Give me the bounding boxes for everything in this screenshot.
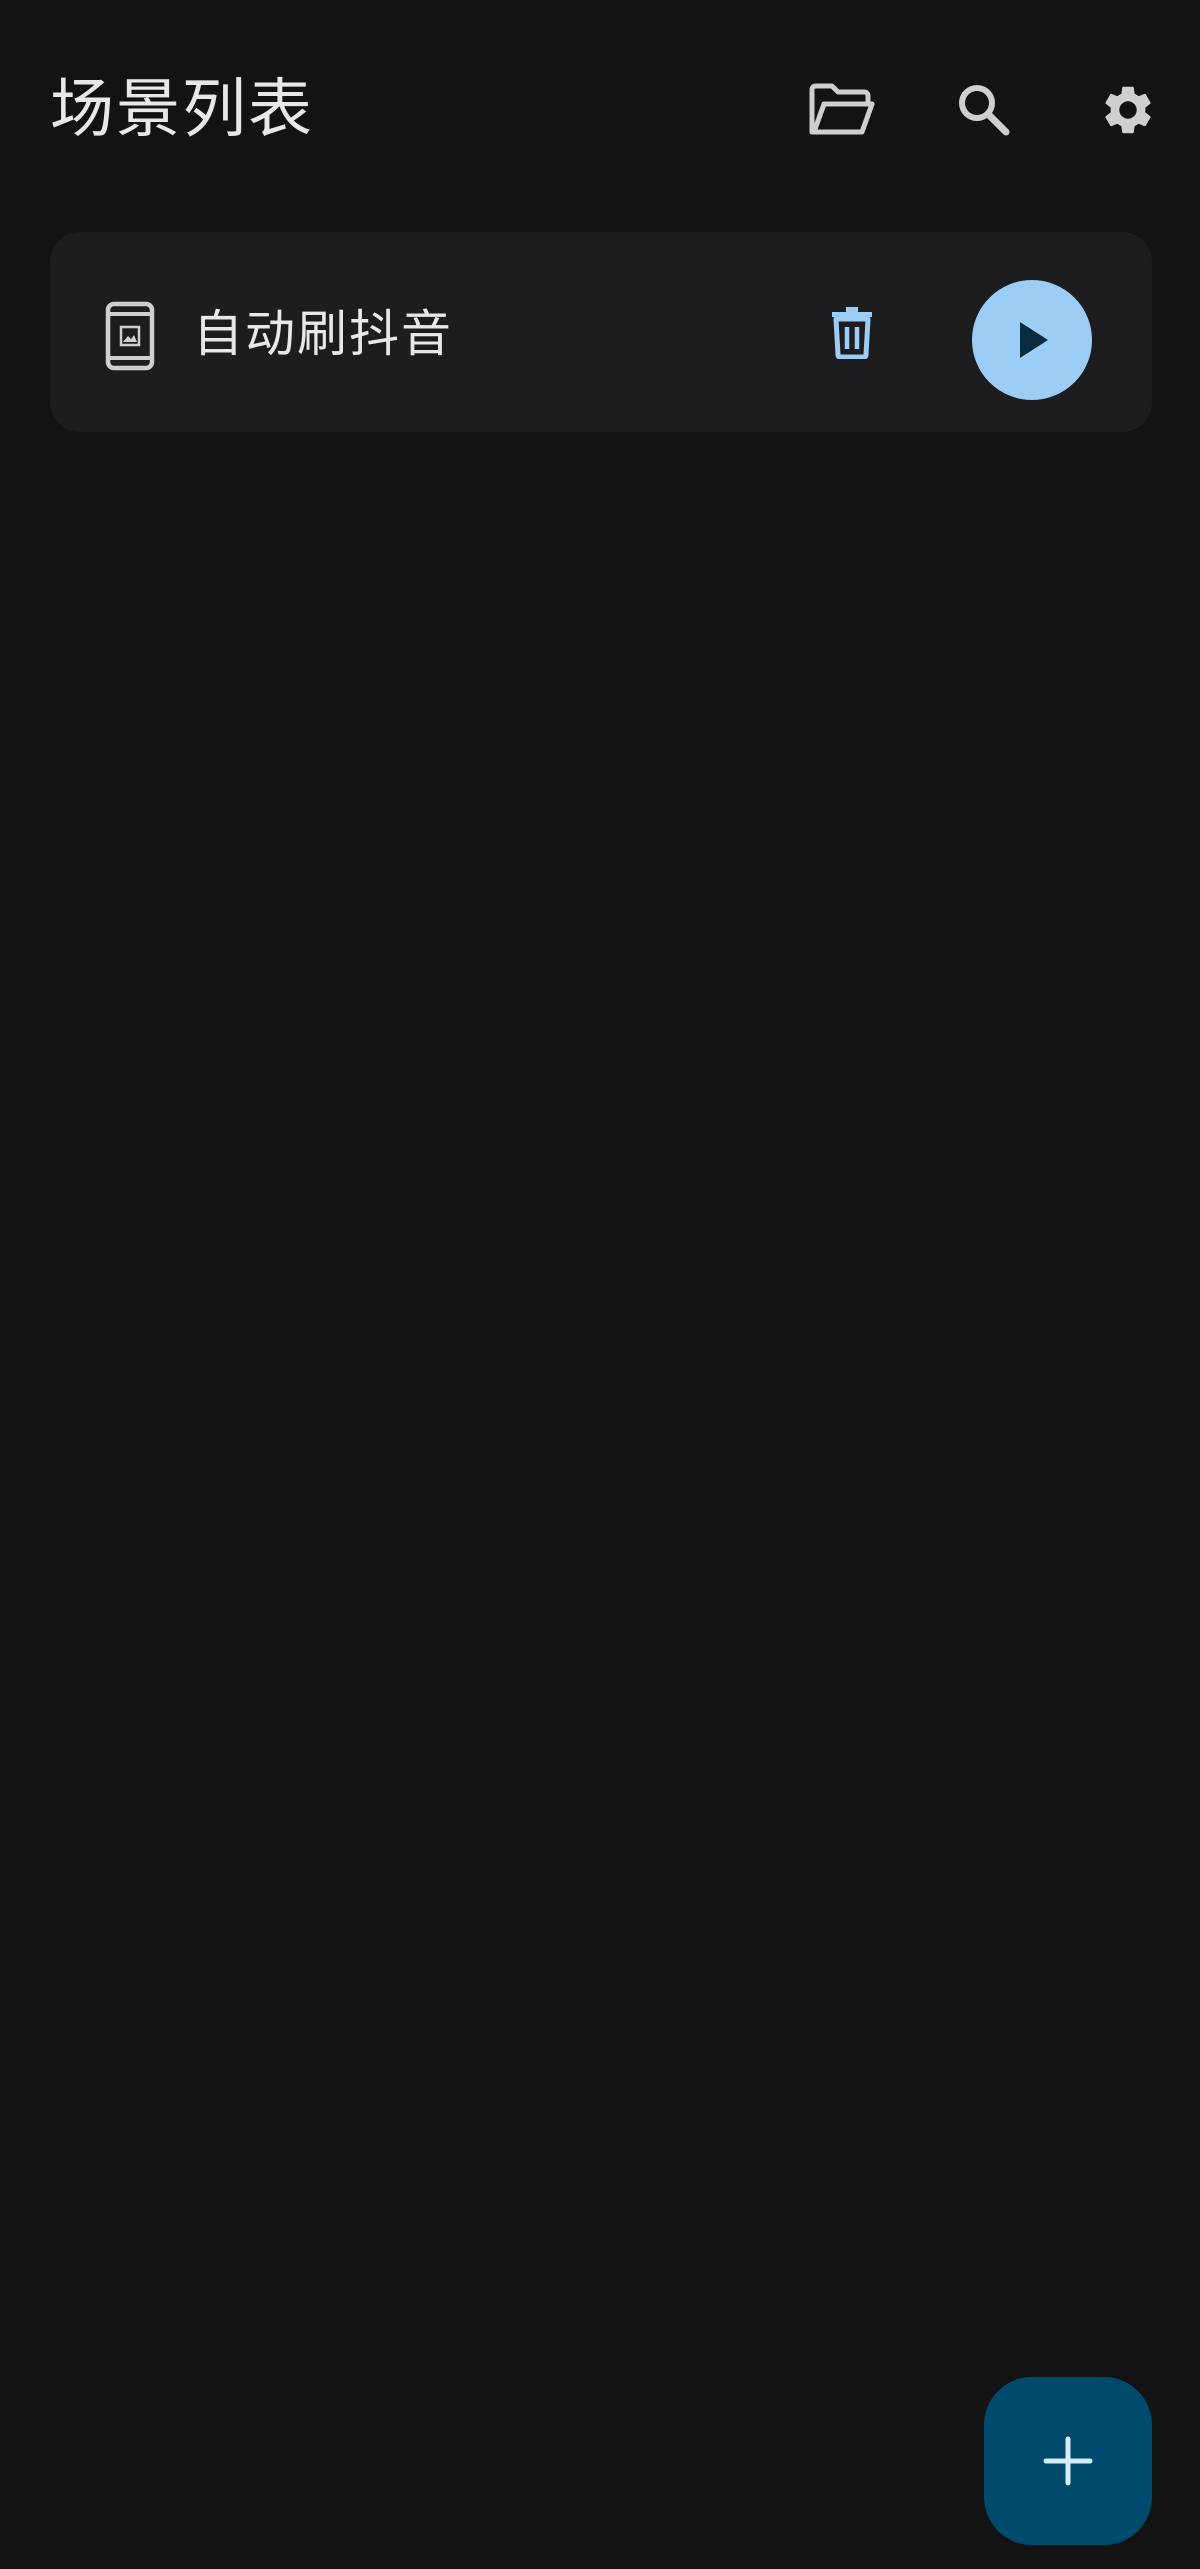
phone-screenshot-icon — [105, 301, 155, 371]
settings-button[interactable] — [1088, 70, 1168, 150]
scene-card[interactable]: 自动刷抖音 — [50, 232, 1152, 432]
trash-icon — [832, 307, 872, 359]
folder-button[interactable] — [802, 70, 882, 150]
gear-icon — [1105, 86, 1151, 134]
play-icon — [1020, 322, 1048, 358]
delete-scene-button[interactable] — [810, 290, 894, 374]
app-root: 场景列表 自动刷抖音 — [0, 0, 1200, 2569]
search-icon — [959, 85, 1010, 136]
add-scene-button[interactable] — [984, 2377, 1152, 2545]
page-title: 场景列表 — [50, 73, 314, 147]
scene-title: 自动刷抖音 — [193, 305, 453, 363]
play-scene-button[interactable] — [972, 280, 1092, 400]
folder-open-icon — [809, 83, 875, 135]
plus-icon — [1043, 2436, 1093, 2486]
search-button[interactable] — [944, 70, 1024, 150]
top-app-bar: 场景列表 — [0, 0, 1200, 220]
